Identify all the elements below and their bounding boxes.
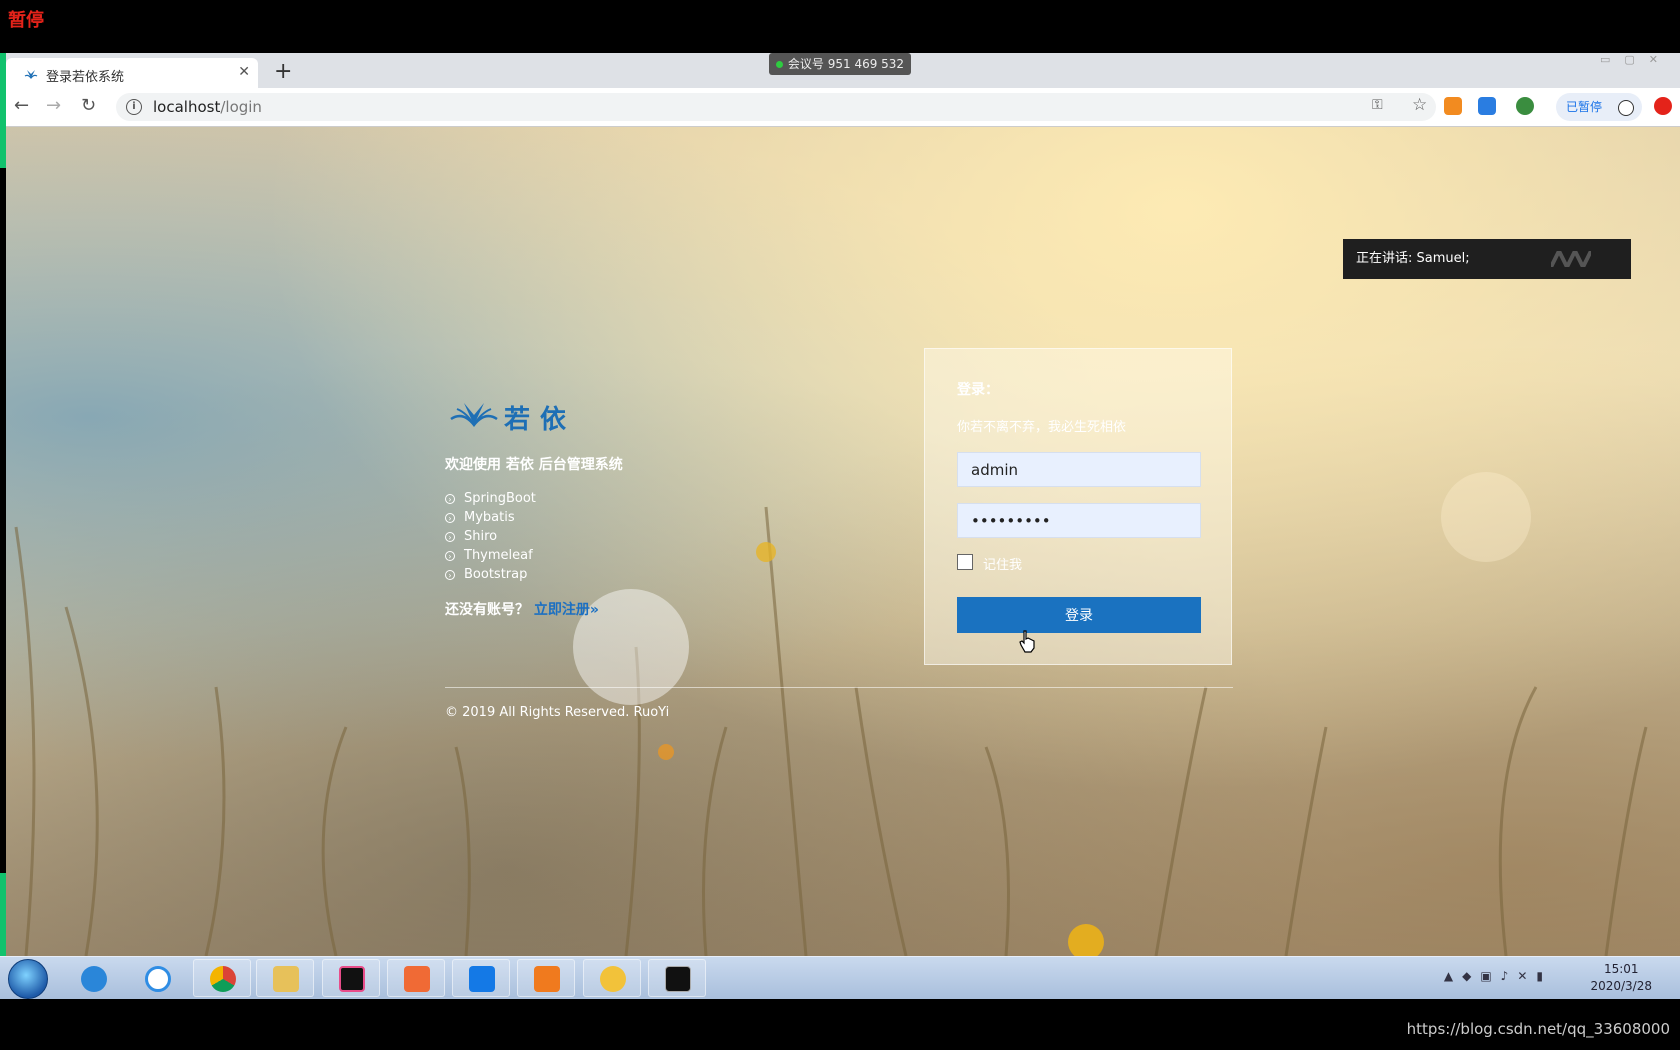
command-prompt-icon — [665, 966, 691, 992]
intellij-icon — [339, 966, 365, 992]
login-button[interactable]: 登录 — [957, 597, 1201, 633]
welcome-heading: 欢迎使用 若依 后台管理系统 — [445, 457, 623, 473]
taskbar-meeting[interactable] — [452, 959, 510, 997]
presentation-icon — [404, 966, 430, 992]
circle-arrow-icon: › — [445, 569, 455, 580]
chrome-icon — [210, 966, 236, 992]
folder-icon — [273, 966, 299, 992]
ruoyi-favicon-icon — [24, 70, 38, 79]
tech-stack-list: › SpringBoot › Mybatis › Shiro › Thymeleaf ›… — [445, 489, 536, 584]
circle-arrow-icon: › — [445, 512, 455, 523]
extension-icon-2[interactable] — [1478, 97, 1496, 115]
footer-divider — [445, 687, 1233, 688]
circle-arrow-icon: › — [445, 493, 455, 504]
taskbar-presentation[interactable] — [387, 959, 445, 997]
taskbar-chrome[interactable] — [193, 959, 251, 997]
login-form: 登录： 你若不离不弃，我必生死相依 记住我 登录 — [924, 348, 1232, 665]
tech-stack-item: › Mybatis — [445, 508, 536, 527]
active-speaker-banner: 正在讲话: Samuel; — [1343, 239, 1631, 279]
login-subtitle: 你若不离不弃，我必生死相依 — [957, 420, 1127, 435]
source-watermark: https://blog.csdn.net/qq_33608000 — [1406, 1020, 1670, 1038]
pdf-icon — [534, 966, 560, 992]
meeting-id-text: 会议号 951 469 532 — [787, 57, 905, 71]
url-text[interactable]: localhost/login — [153, 98, 262, 116]
sync-paused-label: 已暂停 — [1566, 100, 1603, 114]
taskbar-baidu-netdisk[interactable] — [128, 959, 186, 997]
remember-me-checkbox[interactable] — [957, 554, 973, 570]
password-input[interactable] — [957, 503, 1201, 538]
tech-stack-item: › Shiro — [445, 527, 536, 546]
remember-me-label: 记住我 — [983, 558, 1023, 573]
browser-window: 登录若依系统 ✕ + ▭▢✕ ← → ↻ i localhost/login ⚿… — [6, 53, 1680, 956]
reload-icon[interactable]: ↻ — [81, 95, 96, 116]
url-host: localhost — [153, 98, 221, 116]
clock-date: 2020/3/28 — [1590, 979, 1652, 993]
profile-avatar-icon — [1618, 100, 1634, 116]
ruoyi-logo-icon — [450, 403, 498, 427]
taskbar-file-explorer[interactable] — [256, 959, 314, 997]
tech-stack-item: › SpringBoot — [445, 489, 536, 508]
login-title: 登录： — [957, 382, 999, 398]
back-arrow-icon[interactable]: ← — [14, 95, 29, 116]
tab-close-icon[interactable]: ✕ — [238, 64, 250, 80]
taskbar-internet-explorer[interactable] — [64, 959, 122, 997]
start-menu-button[interactable] — [8, 959, 48, 999]
no-account-prompt: 还没有账号？ 立即注册» — [445, 599, 599, 619]
no-account-text: 还没有账号？ — [445, 602, 529, 618]
register-link[interactable]: 立即注册» — [534, 602, 599, 618]
window-controls[interactable]: ▭▢✕ — [1600, 53, 1672, 66]
active-speaker-label: 正在讲话: Samuel; — [1356, 251, 1470, 266]
update-alert-icon[interactable] — [1654, 97, 1672, 115]
taskbar-intellij[interactable] — [322, 959, 380, 997]
tab-login[interactable]: 登录若依系统 ✕ — [6, 58, 258, 88]
username-input[interactable] — [957, 452, 1201, 487]
site-info-icon[interactable]: i — [126, 99, 142, 115]
tab-title: 登录若依系统 — [46, 70, 125, 85]
system-clock[interactable]: 15:01 2020/3/28 — [1590, 961, 1652, 995]
tech-stack-label: Mybatis — [464, 510, 515, 525]
meeting-id-banner: 会议号 951 469 532 — [769, 53, 911, 75]
login-page: 正在讲话: Samuel; 若依 欢迎使用 若依 后台管理系统 › SpringB… — [6, 127, 1680, 956]
tech-stack-label: Thymeleaf — [464, 548, 533, 563]
forward-arrow-icon[interactable]: → — [46, 95, 61, 116]
taskbar-command-prompt[interactable] — [648, 959, 706, 997]
clock-time: 15:01 — [1603, 962, 1639, 976]
baidu-netdisk-icon — [145, 966, 171, 992]
tech-stack-item: › Bootstrap — [445, 565, 536, 584]
taskbar-pdf[interactable] — [517, 959, 575, 997]
extension-globe-icon[interactable] — [1516, 97, 1534, 115]
internet-explorer-icon — [81, 966, 107, 992]
url-path: /login — [220, 98, 262, 116]
logo-text: 若依 — [504, 405, 577, 435]
speaking-indicator-icon — [1551, 251, 1591, 267]
tech-stack-label: SpringBoot — [464, 491, 536, 506]
password-key-icon[interactable]: ⚿ — [1372, 97, 1383, 113]
tech-stack-label: Shiro — [464, 529, 498, 544]
recording-paused-label: 暂停 — [8, 10, 44, 31]
hand-cursor-icon — [1019, 630, 1035, 653]
windows-taskbar: ▲◆▣♪✕▮ 15:01 2020/3/28 — [0, 956, 1680, 999]
circle-arrow-icon: › — [445, 531, 455, 542]
meeting-icon — [469, 966, 495, 992]
sync-paused-button[interactable]: 已暂停 — [1556, 93, 1642, 121]
status-dot-icon — [775, 61, 783, 68]
address-bar[interactable]: i localhost/login ⚿ ☆ — [116, 93, 1436, 121]
copyright-text: © 2019 All Rights Reserved. RuoYi — [445, 705, 670, 720]
tech-stack-label: Bootstrap — [464, 567, 528, 582]
yellow-app-icon — [600, 966, 626, 992]
new-tab-button[interactable]: + — [274, 59, 292, 84]
extension-icon-1[interactable] — [1444, 97, 1462, 115]
system-tray[interactable]: ▲◆▣♪✕▮ — [1444, 969, 1552, 983]
browser-toolbar: ← → ↻ i localhost/login ⚿ ☆ 已暂停 — [6, 88, 1680, 127]
bookmark-star-icon[interactable]: ☆ — [1412, 95, 1427, 115]
taskbar-app-yellow[interactable] — [583, 959, 641, 997]
circle-arrow-icon: › — [445, 550, 455, 561]
tech-stack-item: › Thymeleaf — [445, 546, 536, 565]
